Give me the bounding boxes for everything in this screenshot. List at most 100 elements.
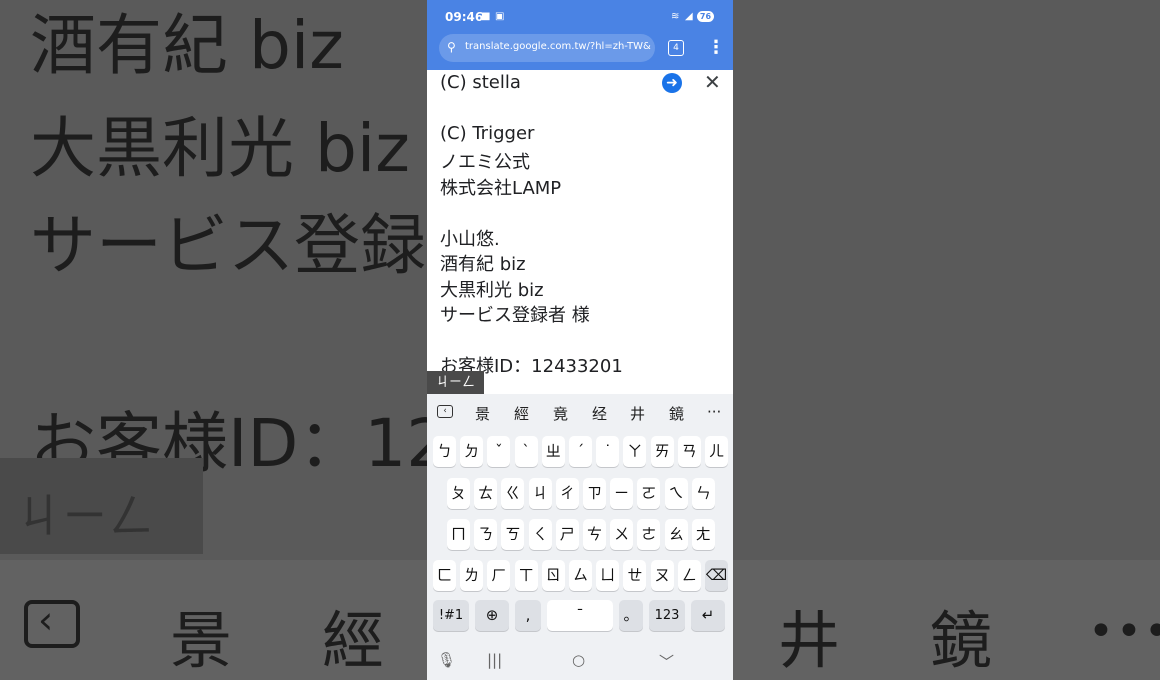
key[interactable]: ㄛ <box>637 478 661 509</box>
key[interactable]: ㄈ <box>433 560 456 591</box>
key[interactable]: ㄣ <box>691 478 715 509</box>
key[interactable]: ㄇ <box>447 519 470 550</box>
key[interactable]: ㄝ <box>623 560 647 591</box>
signal-icon: ◢ <box>685 11 693 22</box>
hide-keyboard-icon[interactable]: ﹀ <box>659 651 674 672</box>
key[interactable]: ㄆ <box>447 478 470 509</box>
menu-icon[interactable]: ⋮ <box>707 37 725 58</box>
key[interactable]: ㄚ <box>623 436 647 467</box>
phone-screen: 09:46 ■ ▣ ≋ ◢ 76 ⚲ translate.google.com.… <box>427 0 733 680</box>
folder-icon: ■ <box>481 11 491 22</box>
candidate-item[interactable]: 竟 <box>553 403 568 424</box>
key[interactable]: ㄢ <box>677 436 701 467</box>
candidate-bar: ‹ 景 經 竟 经 井 鏡 ··· <box>427 394 733 430</box>
url-text[interactable]: translate.google.com.tw/?hl=zh-TW&sl=aut… <box>465 41 651 52</box>
key[interactable]: ㄒ <box>514 560 538 591</box>
microphone-icon[interactable]: 🎙 <box>437 651 456 669</box>
key[interactable]: ㄦ <box>705 436 728 467</box>
key[interactable]: ㄥ <box>677 560 701 591</box>
key[interactable]: ㄅ <box>433 436 456 467</box>
bg-candidate: 鏡 <box>930 604 993 677</box>
period-key[interactable]: 。 <box>619 600 643 631</box>
bg-back-icon: ‹ <box>24 598 80 648</box>
key[interactable]: ˊ <box>569 436 592 467</box>
key[interactable]: ㄎ <box>501 519 525 550</box>
key[interactable]: ㄕ <box>555 519 579 550</box>
symbols-key[interactable]: !#1 <box>433 600 469 631</box>
download-icon: ▣ <box>495 11 505 22</box>
numbers-key[interactable]: 123 <box>649 600 685 631</box>
wifi-icon: ≋ <box>671 11 680 22</box>
candidate-item[interactable]: 鏡 <box>669 403 684 424</box>
bg-hint-text: ㄐㄧㄥ <box>16 489 154 543</box>
key[interactable]: ㄟ <box>664 478 688 509</box>
status-time: 09:46 <box>445 10 484 24</box>
enter-icon[interactable]: ↵ <box>691 600 725 631</box>
key[interactable]: ㄉ <box>460 436 484 467</box>
key[interactable]: ㄐ <box>528 478 552 509</box>
input-text-line: 株式会社LAMP <box>440 178 562 199</box>
key[interactable]: ㄨ <box>610 519 634 550</box>
home-icon[interactable]: ○ <box>572 651 585 669</box>
bg-candidate: 井 <box>778 604 841 677</box>
key[interactable]: ㄍ <box>501 478 525 509</box>
space-key[interactable]: ˉ <box>547 600 613 631</box>
battery-icon: 76 <box>697 11 714 22</box>
key[interactable]: ㄗ <box>583 478 606 509</box>
bg-hint-box: ㄐㄧㄥ <box>0 458 203 554</box>
key[interactable]: ㄌ <box>460 560 484 591</box>
input-text-line: (C) stella <box>440 72 521 93</box>
translate-input-area[interactable]: (C) stella ➜ ✕ (C) Trigger ノエミ公式 株式会社LAM… <box>427 70 733 394</box>
site-settings-icon[interactable]: ⚲ <box>447 40 456 54</box>
key[interactable]: ㄙ <box>569 560 592 591</box>
key[interactable]: ㄋ <box>474 519 498 550</box>
system-nav-bar: 🎙 ||| ○ ﹀ <box>427 642 733 680</box>
key[interactable]: ˙ <box>596 436 620 467</box>
bg-text-line: 酒有紀 biz <box>30 7 344 84</box>
key[interactable]: ㄡ <box>650 560 674 591</box>
bg-text-line: サービス登録 <box>30 207 426 284</box>
key[interactable]: ˋ <box>514 436 538 467</box>
candidate-item[interactable]: 經 <box>514 403 529 424</box>
composition-hint: ㄐㄧㄥ <box>427 371 484 394</box>
recent-apps-icon[interactable]: ||| <box>487 651 502 669</box>
input-text-line: 酒有紀 biz <box>440 254 526 275</box>
key[interactable]: ㄤ <box>691 519 715 550</box>
key[interactable]: ㄔ <box>555 478 579 509</box>
browser-toolbar: ⚲ translate.google.com.tw/?hl=zh-TW&sl=a… <box>427 34 733 70</box>
more-candidates-icon[interactable]: ··· <box>707 403 721 421</box>
bg-candidate: 景 <box>170 604 233 677</box>
close-icon[interactable]: ✕ <box>704 70 721 94</box>
key[interactable]: ㄠ <box>664 519 688 550</box>
globe-icon[interactable]: ⊕ <box>475 600 509 631</box>
key[interactable]: ㄞ <box>650 436 674 467</box>
key[interactable]: ˇ <box>487 436 511 467</box>
input-text-line: ノエミ公式 <box>440 152 530 173</box>
key[interactable]: ㄊ <box>474 478 498 509</box>
zhuyin-keyboard: !#1 ⊕ , ˉ 。 123 ↵ ㄅㄉ ˇ ˋ ㄓ ˊ ˙ ㄚㄞㄢㄦㄆㄊㄍㄐㄔㄗㄧㄛㄟㄣㄇ… <box>427 430 733 642</box>
key[interactable]: ㄓ <box>541 436 565 467</box>
key[interactable]: ㄖ <box>541 560 565 591</box>
arrow-right-icon[interactable]: ➜ <box>662 73 682 93</box>
candidate-item[interactable]: 井 <box>630 403 645 424</box>
bg-more-icon: ••• <box>1088 606 1160 657</box>
backspace-icon[interactable]: ⌫ <box>705 560 728 591</box>
address-bar[interactable]: ⚲ translate.google.com.tw/?hl=zh-TW&sl=a… <box>439 34 655 62</box>
status-bar: 09:46 ■ ▣ ≋ ◢ 76 <box>427 0 733 34</box>
input-text-line: (C) Trigger <box>440 123 535 144</box>
candidate-item[interactable]: 景 <box>475 403 490 424</box>
key[interactable]: ㄧ <box>610 478 634 509</box>
collapse-icon[interactable]: ‹ <box>437 405 453 418</box>
key[interactable]: ㄜ <box>637 519 661 550</box>
tab-switcher-button[interactable]: 4 <box>668 40 684 56</box>
comma-key[interactable]: , <box>515 600 541 631</box>
key[interactable]: ㄑ <box>528 519 552 550</box>
candidate-item[interactable]: 经 <box>592 403 607 424</box>
bg-text-line: 大黒利光 biz <box>30 110 410 187</box>
input-text-line: サービス登録者 様 <box>440 305 590 326</box>
key[interactable]: ㄩ <box>596 560 620 591</box>
key[interactable]: ㄏ <box>487 560 511 591</box>
input-text-line: 小山悠. <box>440 229 500 250</box>
key[interactable]: ㄘ <box>583 519 606 550</box>
bg-candidate: 經 <box>322 604 385 677</box>
